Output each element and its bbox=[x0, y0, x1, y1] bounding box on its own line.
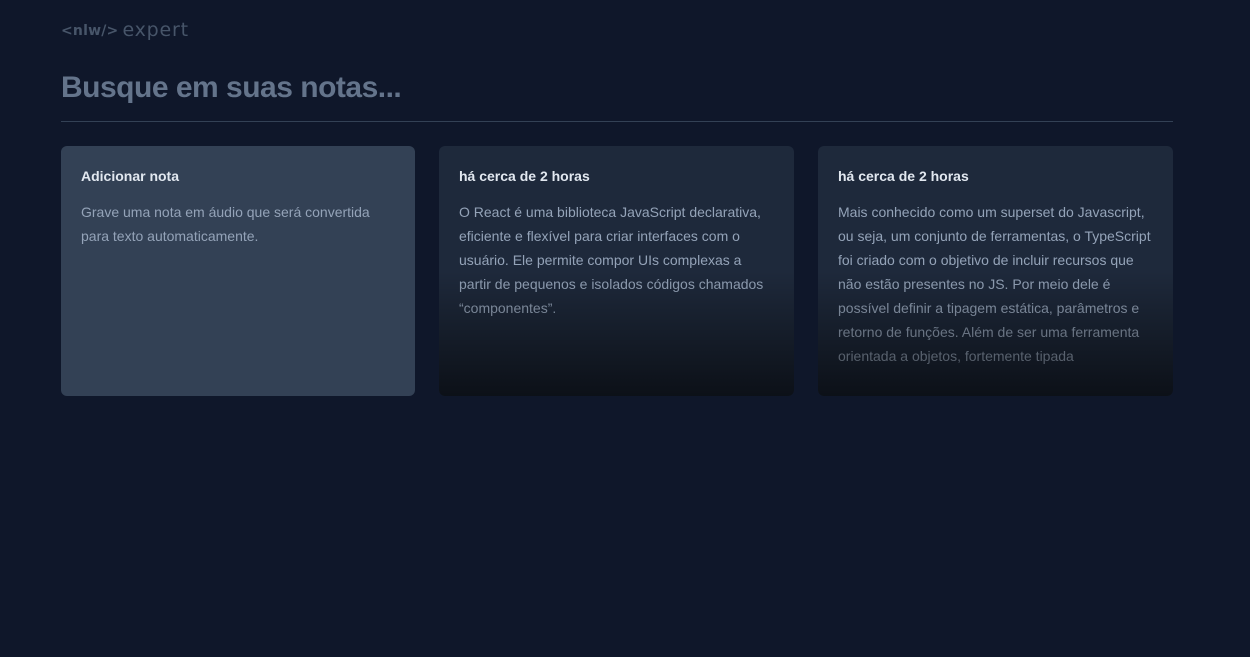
note-date: há cerca de 2 horas bbox=[838, 168, 969, 184]
logo-word: expert bbox=[122, 19, 189, 41]
note-card[interactable]: há cerca de 2 horas Mais conhecido como … bbox=[818, 146, 1173, 396]
note-content: O React é uma biblioteca JavaScript decl… bbox=[459, 204, 764, 316]
app-container: <nlw/> expert Adicionar nota Grave uma n… bbox=[61, 0, 1173, 396]
logo-tag: <nlw/> bbox=[61, 22, 119, 39]
search-form bbox=[61, 69, 1173, 107]
add-note-description: Grave uma nota em áudio que será convert… bbox=[81, 204, 370, 244]
add-note-title: Adicionar nota bbox=[81, 168, 180, 184]
add-note-card[interactable]: Adicionar nota Grave uma nota em áudio q… bbox=[61, 146, 415, 396]
note-card[interactable]: há cerca de 2 horas O React é uma biblio… bbox=[439, 146, 794, 396]
note-content: Mais conhecido como um superset do Javas… bbox=[838, 204, 1151, 364]
search-input[interactable] bbox=[61, 69, 1173, 107]
notes-grid: Adicionar nota Grave uma nota em áudio q… bbox=[61, 146, 1173, 396]
divider bbox=[61, 121, 1173, 122]
note-date: há cerca de 2 horas bbox=[459, 168, 590, 184]
nlw-expert-logo: <nlw/> expert bbox=[61, 20, 1173, 41]
